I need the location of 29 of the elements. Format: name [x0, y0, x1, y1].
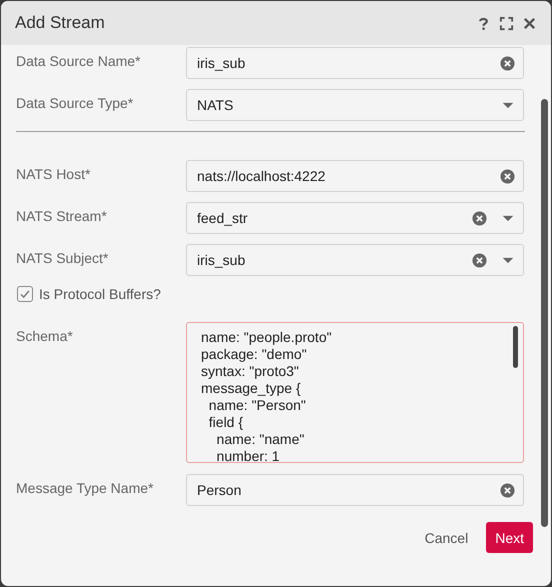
field-label: NATS Host* — [16, 165, 92, 182]
field-label: NATS Subject* — [16, 249, 110, 266]
input-field[interactable]: Person — [186, 474, 524, 506]
window-title: Add Stream — [15, 13, 105, 33]
dropdown-field[interactable]: iris_sub — [186, 244, 524, 276]
dropdown-field[interactable]: NATS — [186, 89, 524, 121]
dropdown-field[interactable]: feed_str — [186, 202, 524, 234]
field-label: Message Type Name* — [16, 479, 154, 496]
schema-field[interactable]: name: "people.proto" package: "demo" syntax: "proto3" message_type { name: "Person" field { name: "name" number: 1 — [186, 322, 524, 463]
field-label: Schema* — [16, 327, 74, 344]
help-icon[interactable] — [476, 16, 491, 30]
clear-icon[interactable] — [472, 252, 487, 268]
clear-icon[interactable] — [472, 210, 487, 226]
input-field[interactable]: iris_sub — [186, 47, 524, 79]
cancel-button[interactable]: Cancel — [418, 524, 474, 552]
clear-icon[interactable] — [500, 482, 515, 498]
field-label: Data Source Type* — [16, 94, 134, 111]
checkbox[interactable] — [17, 286, 33, 302]
scrollbar-thumb[interactable] — [541, 99, 548, 527]
clear-icon[interactable] — [500, 168, 515, 184]
scrollbar-thumb[interactable] — [513, 326, 518, 368]
fullscreen-icon[interactable] — [499, 16, 514, 30]
checkbox-label: Is Protocol Buffers? — [39, 286, 161, 302]
clear-icon[interactable] — [500, 56, 515, 70]
input-field[interactable]: nats://localhost:4222 — [186, 160, 524, 192]
next-button[interactable]: Next — [486, 522, 533, 553]
close-icon[interactable] — [522, 16, 537, 30]
field-label: Data Source Name* — [16, 52, 142, 69]
field-label: NATS Stream* — [16, 207, 108, 224]
